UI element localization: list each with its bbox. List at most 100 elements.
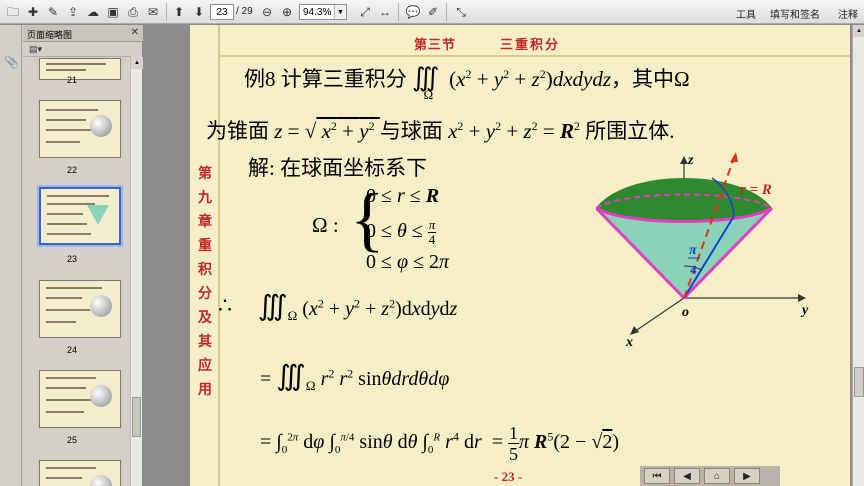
comment-menu[interactable]: 注释 <box>838 6 858 21</box>
thumbnail-figure <box>90 295 112 317</box>
page-thumbnail[interactable] <box>39 460 121 486</box>
page-thumbnail-selected[interactable] <box>37 185 123 247</box>
scroll-up-icon[interactable]: ▲ <box>853 25 864 37</box>
attachment-icon[interactable]: 📎 <box>4 55 19 69</box>
close-icon[interactable]: ✕ <box>131 27 139 38</box>
z-axis-arrow <box>680 156 688 164</box>
slide-page-number: - 23 - <box>494 469 523 484</box>
x-axis-label: x <box>625 335 633 350</box>
page-thumbnail[interactable] <box>39 370 121 428</box>
share-icon[interactable]: ⇪ <box>64 3 82 21</box>
fit-page-icon[interactable]: ⤢ <box>356 3 374 21</box>
angle-pi-label: π <box>689 243 697 258</box>
thumbnail-text-line <box>47 223 87 225</box>
section-title: 第三节 <box>414 37 457 52</box>
thumbnail-text-line <box>46 119 86 121</box>
tools-menu[interactable]: 工具 <box>736 6 756 21</box>
figure-r-label: r = R <box>740 182 772 198</box>
fill-sign-menu[interactable]: 填写和签名 <box>770 6 820 21</box>
zoom-select[interactable]: ▼ <box>299 4 347 20</box>
previous-page-icon[interactable]: ⬆ <box>170 3 188 21</box>
open-file-icon[interactable]: 🗀 <box>4 3 22 21</box>
fit-width-icon[interactable]: ↔ <box>376 3 394 21</box>
thumbnail-text-line <box>47 233 91 235</box>
first-slide-icon[interactable]: ⏮ <box>644 468 670 484</box>
previous-slide-icon[interactable]: ◀ <box>674 468 700 484</box>
sphere-equation: x2 + y2 + z2 = R2 <box>448 119 580 143</box>
cone-sphere-figure: π 4 r = R z y x o <box>596 152 809 350</box>
thumbnail-figure <box>90 475 112 486</box>
print-icon[interactable]: ⎙ <box>124 3 142 21</box>
next-page-icon[interactable]: ⬇ <box>190 3 208 21</box>
origin-label: o <box>682 305 689 320</box>
thumbnail-text-line <box>46 63 106 65</box>
z-axis-label: z <box>687 153 694 168</box>
integral-step-2: = ∭Ω r2 r2 sinθdrdθdφ <box>260 361 450 393</box>
omega-label: Ω : <box>312 213 339 237</box>
page-thumbnail[interactable] <box>39 100 121 158</box>
page-thumbnail[interactable] <box>39 280 121 338</box>
problem-lead: 计算三重积分 <box>280 67 407 91</box>
thumbnail-text-line <box>46 297 82 299</box>
save-icon[interactable]: ▣ <box>104 3 122 21</box>
integral-step-1: ∭Ω (x2 + y2 + z2)dxdydz <box>258 291 458 323</box>
highlight-icon[interactable]: ✐ <box>424 3 442 21</box>
zoom-in-icon[interactable]: ⊕ <box>278 3 296 21</box>
thumbnail-options-bar: ▤▾ <box>23 43 131 57</box>
toolbar-divider <box>446 3 447 21</box>
document-scrollbar[interactable]: ▲ <box>852 25 864 486</box>
scrollbar-thumb[interactable] <box>854 367 864 397</box>
thumbnail-label: 25 <box>66 435 77 445</box>
comment-icon[interactable]: 💬 <box>404 3 422 21</box>
thumbnail-text-line <box>46 109 98 111</box>
thumbnail-sidebar: 📎 页面缩略图 ✕ ▤▾ 21 22 23 24 25 ▲ <box>0 25 143 486</box>
thumbnail-label: 21 <box>66 75 77 85</box>
thumbnail-text-line <box>46 129 92 131</box>
problem-line-1: 例8 计算三重积分 ∭Ω(x2 + y2 + z2)dxdydz，其中Ω <box>244 63 690 103</box>
next-slide-icon[interactable]: ▶ <box>734 468 760 484</box>
cloud-icon[interactable]: ☁ <box>84 3 102 21</box>
pdf-viewer-window: 🗀 ✚ ✎ ⇪ ☁ ▣ ⎙ ✉ ⬆ ⬇ / 29 ⊖ ⊕ ▼ ⤢ ↔ 💬 ✐ ⤡… <box>0 0 864 486</box>
thumbnail-text-line <box>47 213 83 215</box>
scroll-up-icon[interactable]: ▲ <box>131 57 143 69</box>
thumbnail-text-line <box>46 387 86 389</box>
thumbnail-text-line <box>46 309 90 311</box>
problem-tail: ，其中Ω <box>611 67 690 91</box>
home-icon[interactable]: ⌂ <box>704 468 730 484</box>
thumbnail-figure <box>87 205 109 225</box>
r-range: 0 ≤ r ≤ R <box>366 185 440 207</box>
angle-four-label: 4 <box>690 262 697 277</box>
triple-integral-expression: ∭Ω(x2 + y2 + z2)dxdydz <box>412 63 612 103</box>
ray-arrow <box>730 152 738 162</box>
edit-icon[interactable]: ✎ <box>44 3 62 21</box>
problem-line2c: 所围立体. <box>585 119 675 143</box>
chevron-down-icon[interactable]: ▼ <box>334 5 346 19</box>
email-icon[interactable]: ✉ <box>144 3 162 21</box>
section-name: 三重积分 <box>500 37 561 52</box>
options-icon[interactable]: ▤▾ <box>29 44 42 55</box>
thumbnail-label: 24 <box>66 345 77 355</box>
problem-line2b: 与球面 <box>379 119 443 143</box>
expand-icon[interactable]: ⤡ <box>452 3 470 21</box>
x-axis-arrow <box>630 326 639 335</box>
slide-navigation: ⏮ ◀ ⌂ ▶ <box>640 466 780 486</box>
solution-text: 在球面坐标系下 <box>280 156 428 180</box>
zoom-input[interactable] <box>300 5 334 19</box>
thumbnail-scrollbar[interactable]: ▲ <box>130 57 143 486</box>
create-pdf-icon[interactable]: ✚ <box>24 3 42 21</box>
slide-divider <box>218 25 220 486</box>
scrollbar-thumb[interactable] <box>132 397 141 437</box>
zoom-out-icon[interactable]: ⊖ <box>258 3 276 21</box>
therefore-symbol: ∴ <box>218 293 232 318</box>
thumbnail-label: 22 <box>66 165 77 175</box>
thumbnail-text-line <box>46 477 82 479</box>
thumbnail-text-line <box>46 411 84 413</box>
page-total-label: / 29 <box>236 6 253 17</box>
solution-label: 解: <box>248 156 275 180</box>
phi-range: 0 ≤ φ ≤ 2π <box>366 251 450 273</box>
page-number-input[interactable] <box>210 4 234 20</box>
example-label: 例8 <box>244 67 276 91</box>
thumbnail-text-line <box>46 399 92 401</box>
thumbnail-text-line <box>46 377 96 379</box>
integral-step-3: = ∫02π dφ ∫0π/4 sinθ dθ ∫0R r4 dr = 15π … <box>260 423 619 464</box>
